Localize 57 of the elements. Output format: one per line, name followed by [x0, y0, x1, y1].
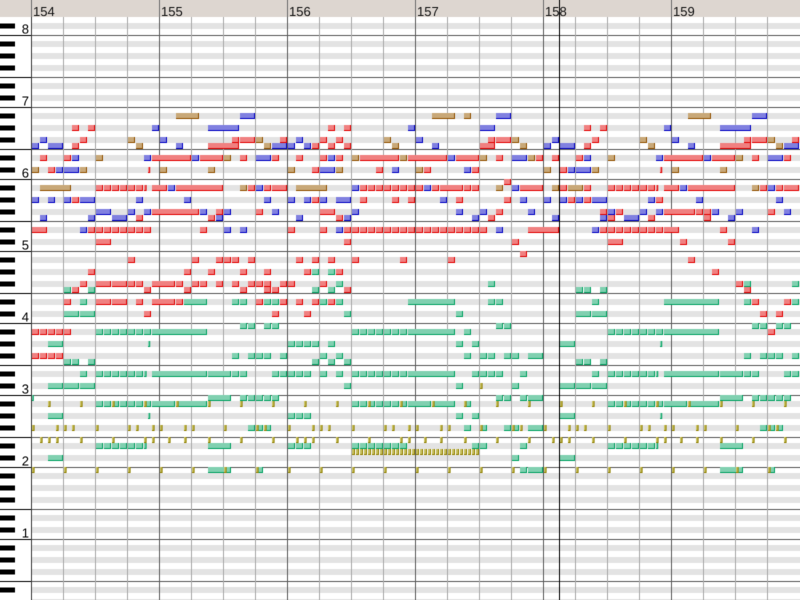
sharp-key[interactable]: [0, 474, 15, 478]
sharp-key[interactable]: [0, 186, 15, 190]
sharp-key[interactable]: [0, 426, 15, 430]
octave-label: 3: [22, 382, 29, 396]
sharp-key[interactable]: [0, 114, 15, 118]
sharp-key[interactable]: [0, 384, 15, 388]
sharp-key[interactable]: [0, 282, 15, 286]
sharp-key[interactable]: [0, 402, 15, 406]
octave-label: 4: [22, 310, 29, 324]
sharp-key[interactable]: [0, 588, 15, 592]
sharp-key[interactable]: [0, 546, 15, 550]
sharp-key[interactable]: [0, 96, 15, 100]
sharp-key[interactable]: [0, 84, 15, 88]
measure-number: 156: [289, 3, 311, 20]
sharp-key[interactable]: [0, 270, 15, 274]
sharp-key[interactable]: [0, 126, 15, 130]
sharp-key[interactable]: [0, 456, 15, 460]
sharp-key[interactable]: [0, 570, 15, 574]
octave-label: 7: [22, 94, 29, 108]
sharp-key[interactable]: [0, 228, 15, 232]
octave-label: 5: [22, 238, 29, 252]
measure-number: 157: [417, 3, 439, 20]
sharp-key[interactable]: [0, 342, 15, 346]
measure-number: 159: [673, 3, 695, 20]
sharp-key[interactable]: [0, 528, 15, 532]
note-track[interactable]: [32, 113, 783, 191]
sharp-key[interactable]: [0, 330, 15, 334]
sharp-key[interactable]: [0, 198, 15, 202]
octave-label: 1: [22, 526, 29, 540]
sharp-key[interactable]: [0, 372, 15, 376]
sharp-key[interactable]: [0, 240, 15, 244]
octave-label: 8: [22, 22, 29, 36]
piano-keyboard[interactable]: 8 7 6 5 4 3 2 1: [0, 17, 32, 600]
sharp-key[interactable]: [0, 66, 15, 70]
measure-number: 154: [33, 3, 55, 20]
sharp-key[interactable]: [0, 444, 15, 448]
measure-number: 155: [161, 3, 183, 20]
sharp-key[interactable]: [0, 498, 15, 502]
octave-label: 2: [22, 454, 29, 468]
sharp-key[interactable]: [0, 138, 15, 142]
note-track[interactable]: [32, 383, 787, 473]
sharp-key[interactable]: [0, 516, 15, 520]
sharp-key[interactable]: [0, 168, 15, 172]
sharp-key[interactable]: [0, 486, 15, 490]
note-grid[interactable]: [32, 17, 800, 600]
sharp-key[interactable]: [0, 300, 15, 304]
sharp-key[interactable]: [0, 558, 15, 562]
sharp-key[interactable]: [0, 54, 15, 58]
sharp-key[interactable]: [0, 42, 15, 46]
sharp-key[interactable]: [0, 258, 15, 262]
sharp-key[interactable]: [0, 414, 15, 418]
octave-label: 6: [22, 166, 29, 180]
sharp-key[interactable]: [0, 156, 15, 160]
sharp-key[interactable]: [0, 24, 15, 28]
sharp-key[interactable]: [0, 312, 15, 316]
sharp-key[interactable]: [0, 210, 15, 214]
sharp-key[interactable]: [0, 354, 15, 358]
